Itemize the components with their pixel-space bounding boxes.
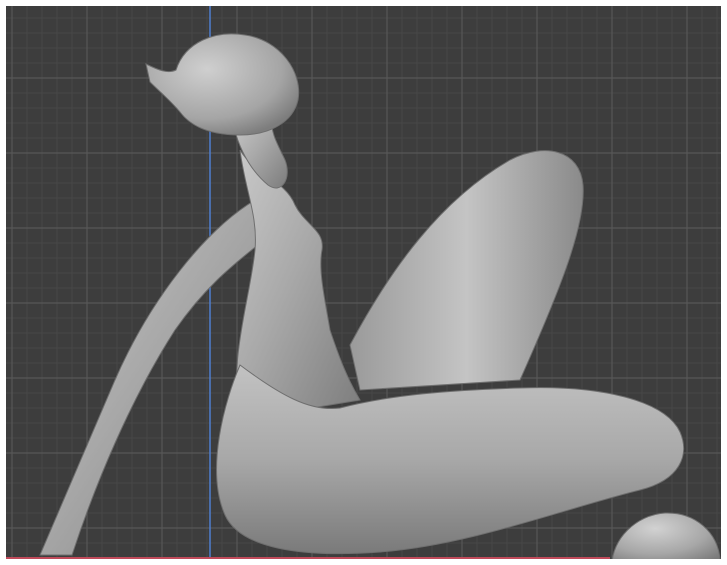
- viewport-canvas[interactable]: [0, 0, 727, 565]
- 3d-viewport[interactable]: [0, 0, 727, 565]
